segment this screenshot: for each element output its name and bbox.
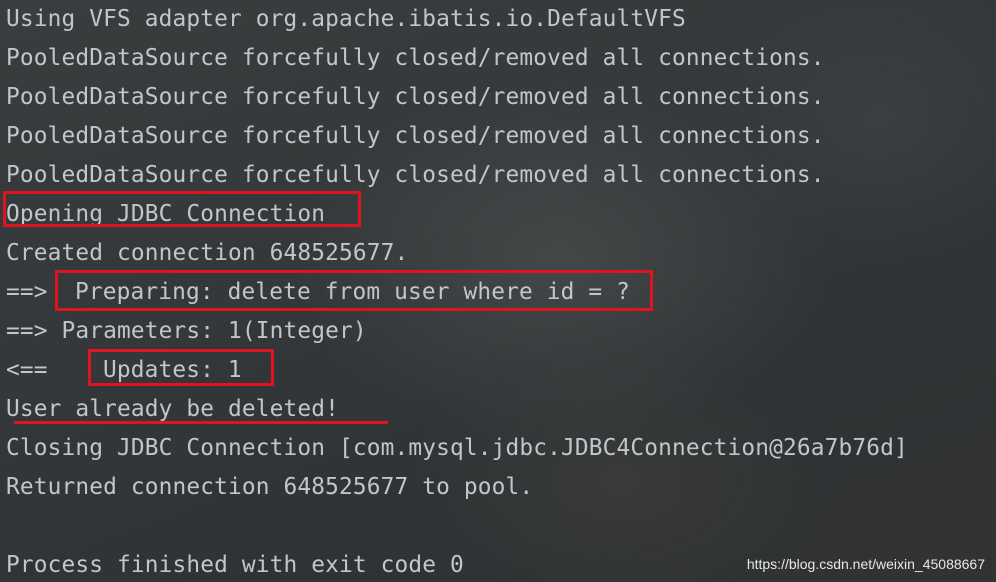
log-line-vfs-adapter: Using VFS adapter org.apache.ibatis.io.D… bbox=[6, 6, 686, 32]
log-line-parameters: ==> Parameters: 1(Integer) bbox=[6, 318, 367, 344]
highlight-box-opening-connection bbox=[3, 191, 361, 227]
underline-user-deleted bbox=[14, 421, 388, 424]
highlight-box-preparing-sql bbox=[55, 270, 653, 311]
log-line-created-connection: Created connection 648525677. bbox=[6, 240, 409, 266]
highlight-box-updates bbox=[88, 349, 274, 386]
log-line-process-finished: Process finished with exit code 0 bbox=[6, 552, 464, 578]
log-line-returned-connection: Returned connection 648525677 to pool. bbox=[6, 474, 534, 500]
log-line-pool-closed-1: PooledDataSource forcefully closed/remov… bbox=[6, 45, 825, 71]
log-line-updates-arrow: <== bbox=[6, 357, 48, 383]
watermark-url: https://blog.csdn.net/weixin_45088667 bbox=[746, 556, 985, 572]
log-line-pool-closed-3: PooledDataSource forcefully closed/remov… bbox=[6, 123, 825, 149]
log-line-preparing-arrow: ==> bbox=[6, 279, 48, 305]
log-line-pool-closed-2: PooledDataSource forcefully closed/remov… bbox=[6, 84, 825, 110]
log-line-closing-connection: Closing JDBC Connection [com.mysql.jdbc.… bbox=[6, 435, 908, 461]
log-line-pool-closed-4: PooledDataSource forcefully closed/remov… bbox=[6, 162, 825, 188]
